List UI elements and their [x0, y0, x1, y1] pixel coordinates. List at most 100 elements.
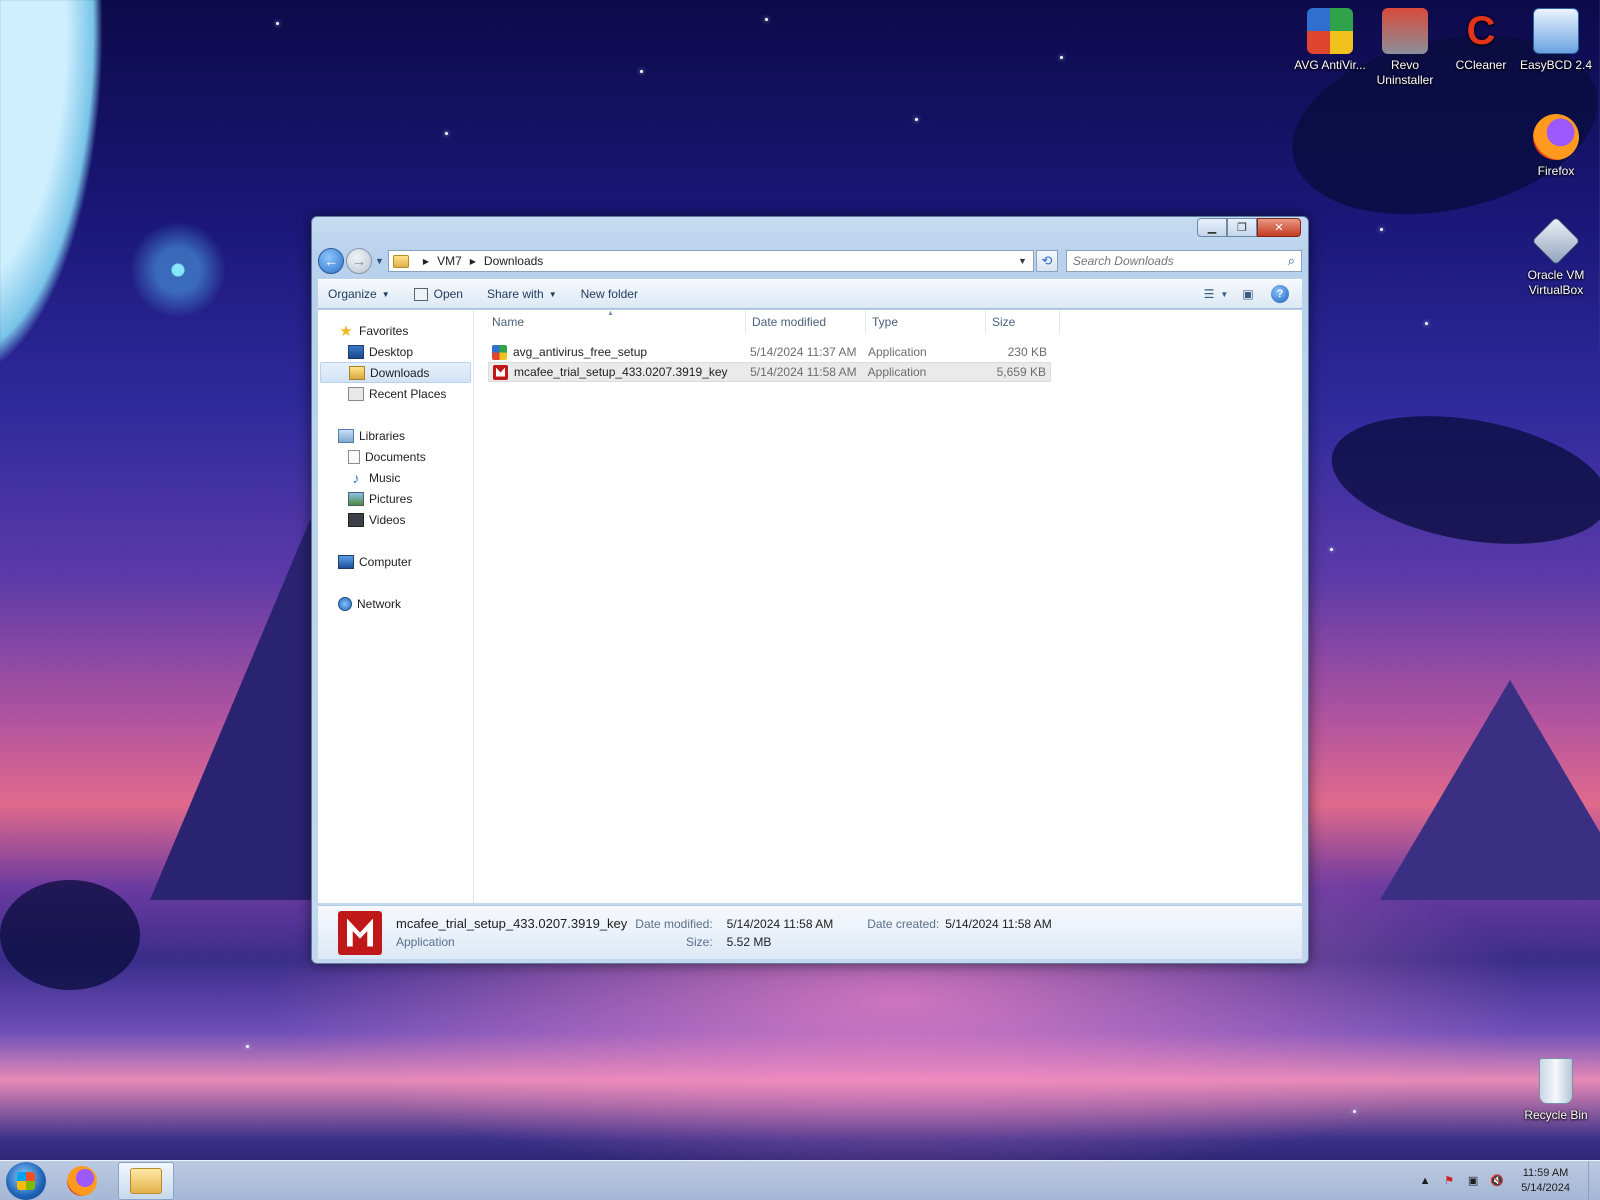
- avg-icon: [492, 344, 507, 360]
- address-bar[interactable]: ▶ VM7 ▶ Downloads ▼: [387, 250, 1034, 272]
- address-history-dropdown[interactable]: ▼: [1012, 256, 1033, 266]
- preview-pane-icon: ▣: [1242, 287, 1254, 301]
- taskbar-explorer[interactable]: [118, 1161, 174, 1200]
- nav-network[interactable]: Network: [318, 593, 473, 614]
- maximize-button[interactable]: ❐: [1227, 218, 1257, 237]
- nav-label: Network: [357, 596, 402, 611]
- desktop-icon-ccleaner[interactable]: C CCleaner: [1442, 8, 1520, 73]
- column-header-size[interactable]: Size: [986, 310, 1060, 334]
- column-header-date-modified[interactable]: Date modified: [746, 310, 866, 334]
- file-date: 5/14/2024 11:37 AM: [750, 345, 857, 359]
- nav-favorites[interactable]: ★ Favorites: [318, 320, 473, 341]
- taskbar: ▲ ⚑ ▣ 🔇 11:59 AM 5/14/2024: [0, 1160, 1600, 1200]
- start-button[interactable]: [6, 1161, 46, 1200]
- clock[interactable]: 11:59 AM 5/14/2024: [1521, 1166, 1570, 1196]
- nav-pictures[interactable]: Pictures: [318, 488, 473, 509]
- palm-leaves: [1321, 396, 1600, 564]
- breadcrumb-separator[interactable]: ▶: [423, 257, 429, 266]
- desktop-icon-recycle-bin[interactable]: Recycle Bin: [1517, 1058, 1595, 1123]
- refresh-button[interactable]: ⟲: [1035, 250, 1058, 272]
- preview-pane-button[interactable]: ▣: [1236, 284, 1260, 304]
- nav-label: Recent Places: [369, 386, 447, 401]
- breadcrumb-separator[interactable]: ▶: [470, 257, 476, 266]
- new-folder-button[interactable]: New folder: [581, 287, 638, 301]
- file-name: mcafee_trial_setup_433.0207.3919_key: [514, 365, 728, 379]
- downloads-folder-icon: [349, 365, 365, 380]
- minimize-button[interactable]: ▁: [1197, 218, 1227, 237]
- back-button[interactable]: ←: [318, 248, 344, 274]
- star: [1380, 228, 1383, 231]
- column-header-type[interactable]: Type: [866, 310, 986, 334]
- forward-button[interactable]: →: [346, 248, 372, 274]
- nav-recent-places[interactable]: Recent Places: [318, 383, 473, 404]
- action-center-warning-icon[interactable]: ⚑: [1441, 1174, 1457, 1188]
- share-with-label: Share with: [486, 287, 544, 301]
- nav-label: Computer: [359, 554, 412, 569]
- videos-icon: [348, 512, 364, 527]
- show-desktop-button[interactable]: [1588, 1160, 1600, 1200]
- recycle-bin-icon: [1539, 1058, 1573, 1104]
- desktop-icon-revo[interactable]: Revo Uninstaller: [1366, 8, 1444, 88]
- revo-icon: [1382, 8, 1428, 54]
- nav-label: Videos: [369, 512, 406, 527]
- network-icon[interactable]: ▣: [1465, 1174, 1481, 1188]
- star: [1425, 322, 1428, 325]
- desktop-icon-avg[interactable]: AVG AntiVir...: [1291, 8, 1369, 73]
- nav-libraries[interactable]: Libraries: [318, 425, 473, 446]
- details-values-column: 5/14/2024 11:58 AM 5.52 MB: [727, 913, 834, 953]
- nav-music[interactable]: ♪ Music: [318, 467, 473, 488]
- file-rows: avg_antivirus_free_setup 5/14/2024 11:37…: [474, 342, 1302, 382]
- help-icon: ?: [1271, 285, 1289, 303]
- share-with-button[interactable]: Share with ▼: [487, 287, 557, 301]
- taskbar-firefox[interactable]: [54, 1162, 110, 1200]
- folder-icon: [130, 1167, 162, 1194]
- mcafee-icon: [493, 364, 508, 380]
- star: [276, 22, 279, 25]
- details-created-column: Date created: 5/14/2024 11:58 AM: [867, 913, 1052, 953]
- close-button[interactable]: ✕: [1257, 218, 1301, 237]
- show-hidden-icons-button[interactable]: ▲: [1417, 1174, 1433, 1188]
- file-list: ▲ Name Date modified Type Size avg_antiv…: [474, 310, 1302, 903]
- desktop-icon-label: CCleaner: [1455, 58, 1507, 72]
- recent-pages-dropdown[interactable]: ▼: [375, 256, 384, 266]
- desktop-icon-label: Recycle Bin: [1524, 1108, 1588, 1122]
- desktop-icon-firefox[interactable]: Firefox: [1517, 114, 1595, 179]
- ccleaner-icon: C: [1466, 8, 1496, 53]
- breadcrumb-item-vm7[interactable]: VM7: [437, 254, 462, 268]
- desktop-icon-label: Oracle VM VirtualBox: [1527, 268, 1585, 297]
- music-icon: ♪: [352, 469, 360, 486]
- file-row[interactable]: mcafee_trial_setup_433.0207.3919_key 5/1…: [488, 362, 1051, 382]
- nav-computer[interactable]: Computer: [318, 551, 473, 572]
- search-input[interactable]: [1072, 254, 1288, 268]
- help-button[interactable]: ?: [1268, 284, 1292, 304]
- nav-label: Music: [369, 470, 401, 485]
- mcafee-icon: [338, 910, 382, 955]
- file-name-cell: mcafee_trial_setup_433.0207.3919_key: [489, 364, 744, 380]
- clock-time: 11:59 AM: [1522, 1166, 1569, 1179]
- organize-button[interactable]: Organize ▼: [328, 287, 390, 301]
- change-view-button[interactable]: ☰ ▼: [1203, 284, 1229, 304]
- star: [1060, 56, 1063, 59]
- file-row[interactable]: avg_antivirus_free_setup 5/14/2024 11:37…: [488, 342, 1051, 362]
- mountain: [1380, 680, 1600, 900]
- open-button[interactable]: Open: [413, 287, 463, 301]
- details-view-icon: ☰: [1203, 287, 1215, 301]
- date-modified-value: 5/14/2024 11:58 AM: [726, 916, 834, 931]
- volume-muted-icon[interactable]: 🔇: [1489, 1174, 1505, 1188]
- desktop-icon-virtualbox[interactable]: Oracle VM VirtualBox: [1517, 216, 1595, 298]
- file-type: Application: [867, 365, 927, 379]
- nav-videos[interactable]: Videos: [318, 509, 473, 530]
- search-icon[interactable]: ⌕: [1288, 253, 1295, 269]
- column-header-name[interactable]: Name: [486, 310, 746, 334]
- star: [1330, 548, 1333, 551]
- nav-downloads[interactable]: Downloads: [320, 362, 471, 383]
- desktop-icon-easybcd[interactable]: EasyBCD 2.4: [1517, 8, 1595, 73]
- nav-desktop[interactable]: Desktop: [318, 341, 473, 362]
- open-label: Open: [433, 287, 463, 301]
- file-name-cell: avg_antivirus_free_setup: [488, 344, 744, 360]
- breadcrumb-item-downloads[interactable]: Downloads: [484, 254, 543, 268]
- nav-documents[interactable]: Documents: [318, 446, 473, 467]
- command-bar: Organize ▼ Open Share with ▼ New folder …: [318, 279, 1302, 309]
